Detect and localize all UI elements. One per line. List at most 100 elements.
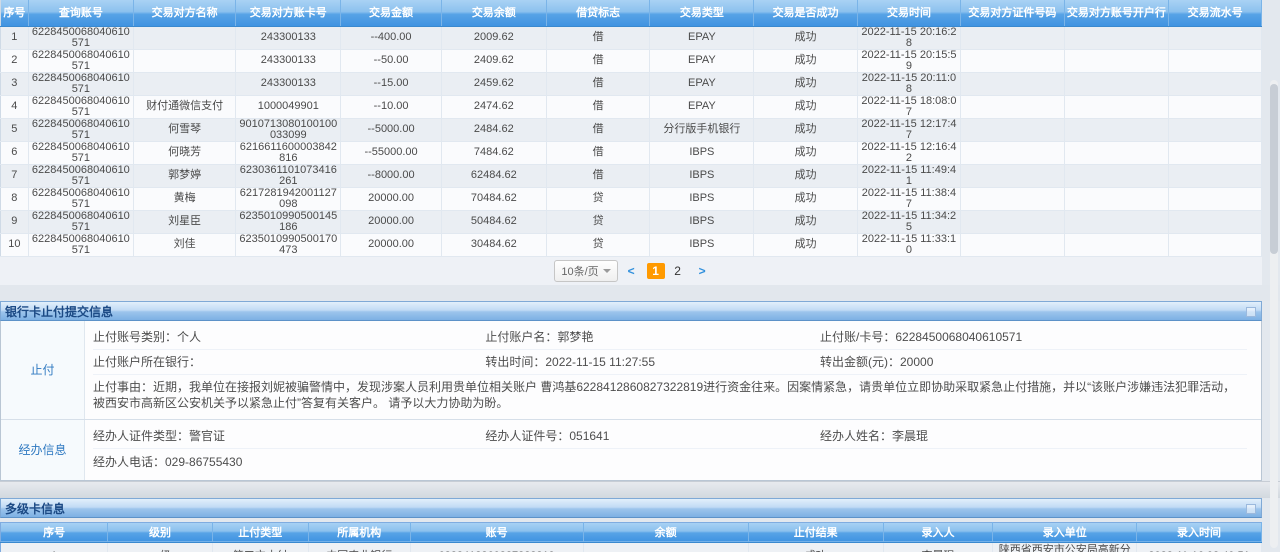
debit-credit-flag-cell: 借 bbox=[546, 141, 649, 164]
debit-credit-flag-cell: 借 bbox=[546, 72, 649, 95]
entry-time-cell: 2022-11-16 03:40:51 bbox=[1137, 542, 1262, 552]
balance-cell: 2459.62 bbox=[441, 72, 546, 95]
query-account-cell: 6228450068040610571 bbox=[28, 95, 133, 118]
counterparty-name-cell: 刘星臣 bbox=[134, 210, 236, 233]
counterparty-name-cell: 何晓芳 bbox=[134, 141, 236, 164]
debit-credit-flag-cell: 贷 bbox=[546, 210, 649, 233]
column-header-serial-no: 交易流水号 bbox=[1169, 0, 1262, 26]
counterparty-bank-cell bbox=[1064, 233, 1169, 256]
page-size-select[interactable]: 10条/页 bbox=[554, 260, 617, 282]
transfer-time-field: 转出时间：2022-11-15 11:27:55 bbox=[485, 353, 820, 370]
amount-cell: 20000.00 bbox=[341, 187, 441, 210]
column-header-account-no: 账号 bbox=[410, 522, 583, 542]
balance-cell: 7484.62 bbox=[441, 141, 546, 164]
transaction-type-cell: IBPS bbox=[650, 164, 754, 187]
row-no-cell: 7 bbox=[1, 164, 29, 187]
balance-cell: 62484.62 bbox=[441, 164, 546, 187]
transaction-time-cell: 2022-11-15 11:34:25 bbox=[857, 210, 960, 233]
transactions-table-wrap: 序号查询账号交易对方名称交易对方账卡号交易金额交易余额借贷标志交易类型交易是否成… bbox=[0, 0, 1262, 257]
scrollbar-thumb[interactable] bbox=[1270, 84, 1278, 254]
counterparty-name-cell bbox=[134, 26, 236, 49]
section-spacer bbox=[0, 285, 1280, 301]
balance-cell: 50484.62 bbox=[441, 210, 546, 233]
query-account-cell: 6228450068040610571 bbox=[28, 72, 133, 95]
stop-result-cell: 成功 bbox=[748, 542, 883, 552]
stop-payment-section: 银行卡止付提交信息 止付止付账号类别：个人止付账户名：郭梦艳止付账/卡号：622… bbox=[0, 301, 1262, 481]
entered-by-cell: 李晨琨 bbox=[883, 542, 993, 552]
transaction-type-cell: EPAY bbox=[650, 95, 754, 118]
collapse-icon[interactable] bbox=[1246, 504, 1256, 514]
success-cell: 成功 bbox=[754, 49, 857, 72]
success-cell: 成功 bbox=[754, 72, 857, 95]
transaction-time-cell: 2022-11-15 12:17:47 bbox=[857, 118, 960, 141]
multilevel-row: 1一级第三方止付中国农业银行6228412860827322819成功李晨琨陕西… bbox=[1, 542, 1262, 552]
vertical-scrollbar[interactable] bbox=[1270, 80, 1278, 548]
serial-no-cell bbox=[1169, 187, 1262, 210]
institution-cell: 中国农业银行 bbox=[308, 542, 410, 552]
handler-phone-field: 经办人电话：029-86755430 bbox=[93, 453, 485, 470]
debit-credit-flag-cell: 借 bbox=[546, 95, 649, 118]
column-header-counterparty-cert: 交易对方证件号码 bbox=[961, 0, 1064, 26]
field-row: 止付账号类别：个人止付账户名：郭梦艳止付账/卡号：622845006804061… bbox=[93, 325, 1247, 350]
collapse-icon[interactable] bbox=[1246, 307, 1256, 317]
stop-pay-group-label: 止付 bbox=[1, 321, 85, 419]
row-no-cell: 3 bbox=[1, 72, 29, 95]
balance-cell: 70484.62 bbox=[441, 187, 546, 210]
counterparty-card-cell: 6230361101073416261 bbox=[236, 164, 341, 187]
transaction-row: 46228450068040610571财付通微信支付1000049901--1… bbox=[1, 95, 1262, 118]
column-header-counterparty-name: 交易对方名称 bbox=[134, 0, 236, 26]
column-header-entry-time: 录入时间 bbox=[1137, 522, 1262, 542]
success-cell: 成功 bbox=[754, 26, 857, 49]
page-button-1[interactable]: 1 bbox=[647, 263, 665, 279]
column-header-level: 级别 bbox=[108, 522, 213, 542]
handler-cert-type-field: 经办人证件类型：警官证 bbox=[93, 427, 485, 444]
counterparty-cert-cell bbox=[961, 26, 1064, 49]
success-cell: 成功 bbox=[754, 233, 857, 256]
column-header-entry-unit: 录入单位 bbox=[993, 522, 1137, 542]
stop-account-bank-field: 止付账户所在银行： bbox=[93, 353, 485, 370]
transaction-time-cell: 2022-11-15 20:15:59 bbox=[857, 49, 960, 72]
multilevel-header-row: 序号级别止付类型所属机构账号余额止付结果录入人录入单位录入时间 bbox=[1, 522, 1262, 542]
column-header-balance: 交易余额 bbox=[441, 0, 546, 26]
counterparty-name-cell: 刘佳 bbox=[134, 233, 236, 256]
serial-no-cell bbox=[1169, 141, 1262, 164]
query-account-cell: 6228450068040610571 bbox=[28, 187, 133, 210]
column-header-query-account: 查询账号 bbox=[28, 0, 133, 26]
balance-cell: 30484.62 bbox=[441, 233, 546, 256]
row-no-cell: 1 bbox=[1, 542, 108, 552]
pagination: 10条/页 < 12 > bbox=[0, 257, 1262, 285]
column-header-transaction-type: 交易类型 bbox=[650, 0, 754, 26]
transaction-row: 66228450068040610571何晓芳62166116000038428… bbox=[1, 141, 1262, 164]
counterparty-bank-cell bbox=[1064, 26, 1169, 49]
success-cell: 成功 bbox=[754, 164, 857, 187]
column-header-stop-type: 止付类型 bbox=[212, 522, 308, 542]
query-account-cell: 6228450068040610571 bbox=[28, 49, 133, 72]
counterparty-name-cell: 郭梦婷 bbox=[134, 164, 236, 187]
entry-unit-cell: 陕西省西安市公安局高新分局刑警大队 bbox=[993, 542, 1137, 552]
column-header-entered-by: 录入人 bbox=[883, 522, 993, 542]
row-no-cell: 6 bbox=[1, 141, 29, 164]
debit-credit-flag-cell: 贷 bbox=[546, 187, 649, 210]
counterparty-bank-cell bbox=[1064, 95, 1169, 118]
column-header-balance: 余额 bbox=[583, 522, 748, 542]
transaction-type-cell: 分行版手机银行 bbox=[650, 118, 754, 141]
counterparty-name-cell: 财付通微信支付 bbox=[134, 95, 236, 118]
transaction-type-cell: IBPS bbox=[650, 141, 754, 164]
debit-credit-flag-cell: 借 bbox=[546, 49, 649, 72]
counterparty-bank-cell bbox=[1064, 72, 1169, 95]
transaction-time-cell: 2022-11-15 11:33:10 bbox=[857, 233, 960, 256]
column-header-row-no: 序号 bbox=[1, 522, 108, 542]
page-button-2[interactable]: 2 bbox=[669, 263, 687, 279]
transaction-type-cell: IBPS bbox=[650, 187, 754, 210]
counterparty-card-cell: 1000049901 bbox=[236, 95, 341, 118]
transaction-type-cell: IBPS bbox=[650, 210, 754, 233]
next-page-button[interactable]: > bbox=[697, 264, 708, 278]
counterparty-card-cell: 243300133 bbox=[236, 26, 341, 49]
column-header-debit-credit-flag: 借贷标志 bbox=[546, 0, 649, 26]
transaction-type-cell: EPAY bbox=[650, 72, 754, 95]
prev-page-button[interactable]: < bbox=[626, 264, 637, 278]
counterparty-card-cell: 243300133 bbox=[236, 49, 341, 72]
multilevel-section-header: 多级卡信息 bbox=[0, 498, 1262, 518]
handler-info-group-content: 经办人证件类型：警官证经办人证件号：051641经办人姓名：李晨琨经办人电话：0… bbox=[85, 420, 1261, 480]
success-cell: 成功 bbox=[754, 141, 857, 164]
